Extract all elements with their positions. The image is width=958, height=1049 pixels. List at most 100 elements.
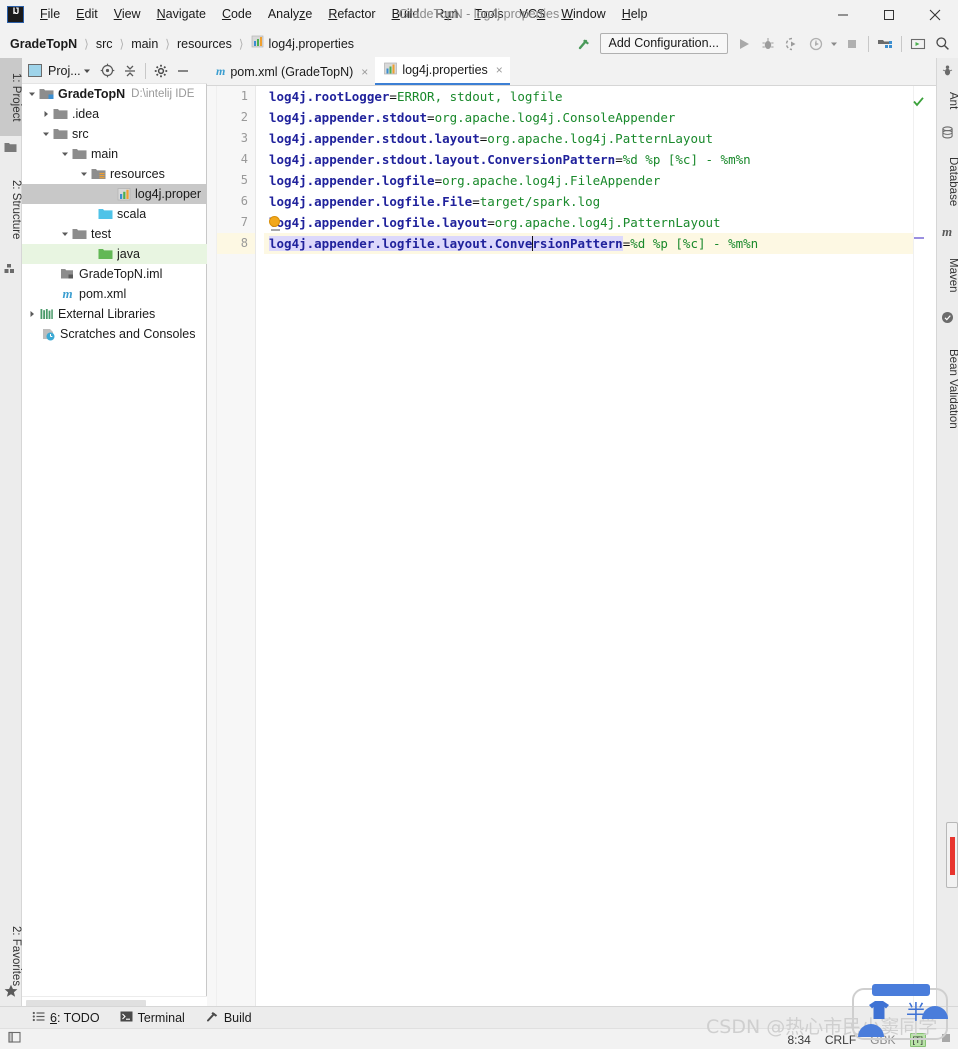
chevron-down-icon[interactable] [59, 224, 71, 244]
tree-row-main[interactable]: main [22, 144, 207, 164]
editor-code-content[interactable]: log4j.rootLogger=ERROR, stdout, logfile … [264, 86, 936, 1010]
caret-position-label[interactable]: 8:34 [787, 1033, 810, 1047]
bottom-tab-terminal[interactable]: Terminal [110, 1007, 195, 1029]
menu-help[interactable]: Help [614, 4, 656, 24]
code-value: %d %p [%c] - %m%n [622, 152, 751, 167]
run-icon[interactable] [732, 32, 756, 56]
ime-width-mode-label[interactable]: 半 [906, 996, 926, 1025]
sidebar-item-bean-validation[interactable]: Bean Validation [937, 330, 958, 448]
menu-code[interactable]: Code [214, 4, 260, 24]
breadcrumb-item-src[interactable]: src [96, 37, 113, 51]
line-separator-label[interactable]: CRLF [825, 1033, 856, 1047]
select-opened-file-icon[interactable] [97, 60, 119, 82]
editor-error-stripe[interactable] [913, 86, 925, 1010]
sidebar-item-ant[interactable]: Ant [937, 82, 958, 120]
tree-row-java[interactable]: java [22, 244, 207, 264]
tree-row-idea[interactable]: .idea [22, 104, 207, 124]
show-tool-window-bars-icon[interactable] [8, 1030, 22, 1049]
gear-icon[interactable] [150, 60, 172, 82]
code-line-4[interactable]: log4j.appender.stdout.layout.ConversionP… [264, 149, 936, 170]
sidebar-item-project[interactable]: 1: Project [0, 58, 22, 136]
tree-row-resources[interactable]: resources [22, 164, 207, 184]
code-line-2[interactable]: log4j.appender.stdout=org.apache.log4j.C… [264, 107, 936, 128]
ime-floating-panel[interactable]: 半 [852, 984, 948, 1040]
breadcrumb-item-project[interactable]: GradeTopN [10, 37, 77, 51]
project-view-selector-label[interactable]: Proj... [48, 64, 81, 78]
breadcrumb-item-file[interactable]: log4j.properties [269, 37, 354, 51]
code-line-6[interactable]: log4j.appender.logfile.File=target/spark… [264, 191, 936, 212]
menu-window[interactable]: Window [553, 4, 613, 24]
close-icon[interactable] [912, 0, 958, 29]
sidebar-item-project-label: 1: Project [10, 72, 22, 122]
hide-icon[interactable] [172, 60, 194, 82]
menu-view[interactable]: View [106, 4, 149, 24]
chevron-down-icon[interactable] [78, 164, 90, 184]
update-running-application-icon[interactable] [906, 32, 930, 56]
breadcrumb: GradeTopN ⟩ src ⟩ main ⟩ resources ⟩ log… [0, 35, 354, 53]
tree-row-log4j-properties[interactable]: log4j.proper [22, 184, 207, 204]
tree-row-test[interactable]: test [22, 224, 207, 244]
ime-panel-handle[interactable] [872, 984, 930, 996]
chevron-down-icon[interactable] [59, 144, 71, 164]
minimize-icon[interactable] [820, 0, 866, 29]
code-line-1[interactable]: log4j.rootLogger=ERROR, stdout, logfile [264, 86, 936, 107]
scratches-icon [40, 324, 57, 344]
search-everywhere-icon[interactable] [930, 32, 954, 56]
chevron-down-icon[interactable] [26, 84, 38, 104]
close-icon[interactable]: × [496, 63, 503, 77]
bottom-tab-todo[interactable]: 6: TODO [22, 1007, 110, 1029]
menu-tools[interactable]: Tools [466, 4, 511, 24]
menu-edit[interactable]: Edit [68, 4, 106, 24]
add-configuration-button[interactable]: Add Configuration... [599, 33, 728, 54]
profile-icon[interactable] [804, 32, 828, 56]
code-line-7[interactable]: log4j.appender.logfile.layout=org.apache… [264, 212, 936, 233]
menu-build[interactable]: Build [384, 4, 428, 24]
editor-tab-log4j-properties[interactable]: log4j.properties × [375, 57, 510, 85]
bottom-tab-build[interactable]: Build [195, 1007, 262, 1029]
tree-row-scratches-and-consoles[interactable]: Scratches and Consoles [22, 324, 207, 344]
menu-file[interactable]: File [32, 4, 68, 24]
scrollbar-thumb[interactable] [950, 837, 955, 875]
editor-tab-pom-xml[interactable]: m pom.xml (GradeTopN) × [207, 58, 376, 85]
sidebar-item-database[interactable]: Database [937, 144, 958, 219]
maximize-icon[interactable] [866, 0, 912, 29]
window-scrollbar[interactable] [946, 822, 958, 888]
breadcrumb-item-resources[interactable]: resources [177, 37, 232, 51]
tree-label: scala [117, 207, 147, 221]
tree-row-iml[interactable]: GradeTopN.iml [22, 264, 207, 284]
chevron-down-icon[interactable] [40, 124, 52, 144]
menu-run[interactable]: Run [427, 4, 466, 24]
tree-row-scala[interactable]: scala [22, 204, 207, 224]
code-line-8[interactable]: log4j.appender.logfile.layout.Conversion… [264, 233, 936, 254]
editor-vertical-scrollbar[interactable] [925, 86, 936, 1010]
project-tree[interactable]: GradeTopN D:\intelij IDE .idea src main … [22, 84, 207, 990]
menu-vcs[interactable]: VCS [512, 4, 554, 24]
debug-icon[interactable] [756, 32, 780, 56]
code-editor[interactable]: 1 2 3 4 5 6 7 8 log4j.rootLogger=ERROR, … [207, 86, 936, 1010]
tree-row-pom-xml[interactable]: m pom.xml [22, 284, 207, 304]
code-line-3[interactable]: log4j.appender.stdout.layout=org.apache.… [264, 128, 936, 149]
menu-navigate[interactable]: Navigate [149, 4, 214, 24]
chevron-right-icon[interactable] [40, 104, 52, 124]
run-with-coverage-icon[interactable] [780, 32, 804, 56]
tree-row-src[interactable]: src [22, 124, 207, 144]
inspection-ok-checkmark-icon[interactable] [913, 94, 924, 112]
stop-icon[interactable] [840, 32, 864, 56]
chevron-down-icon[interactable] [828, 32, 840, 56]
project-view-icon[interactable] [26, 60, 44, 82]
sidebar-item-maven[interactable]: Maven [937, 244, 958, 306]
ime-skin-shirt-icon[interactable] [868, 1000, 890, 1025]
tree-row-gradetopn[interactable]: GradeTopN D:\intelij IDE [22, 84, 207, 104]
project-structure-icon[interactable] [873, 32, 897, 56]
breadcrumb-item-main[interactable]: main [131, 37, 158, 51]
collapse-all-icon[interactable] [119, 60, 141, 82]
menu-refactor[interactable]: Refactor [320, 4, 383, 24]
menu-analyze[interactable]: Analyze [260, 4, 320, 24]
chevron-right-icon[interactable] [26, 304, 38, 324]
code-line-5[interactable]: log4j.appender.logfile=org.apache.log4j.… [264, 170, 936, 191]
chevron-down-icon[interactable] [83, 62, 91, 80]
build-hammer-icon[interactable] [572, 32, 596, 56]
sidebar-item-structure[interactable]: 2: Structure [0, 162, 22, 258]
tree-row-external-libraries[interactable]: External Libraries [22, 304, 207, 324]
close-icon[interactable]: × [361, 65, 368, 79]
